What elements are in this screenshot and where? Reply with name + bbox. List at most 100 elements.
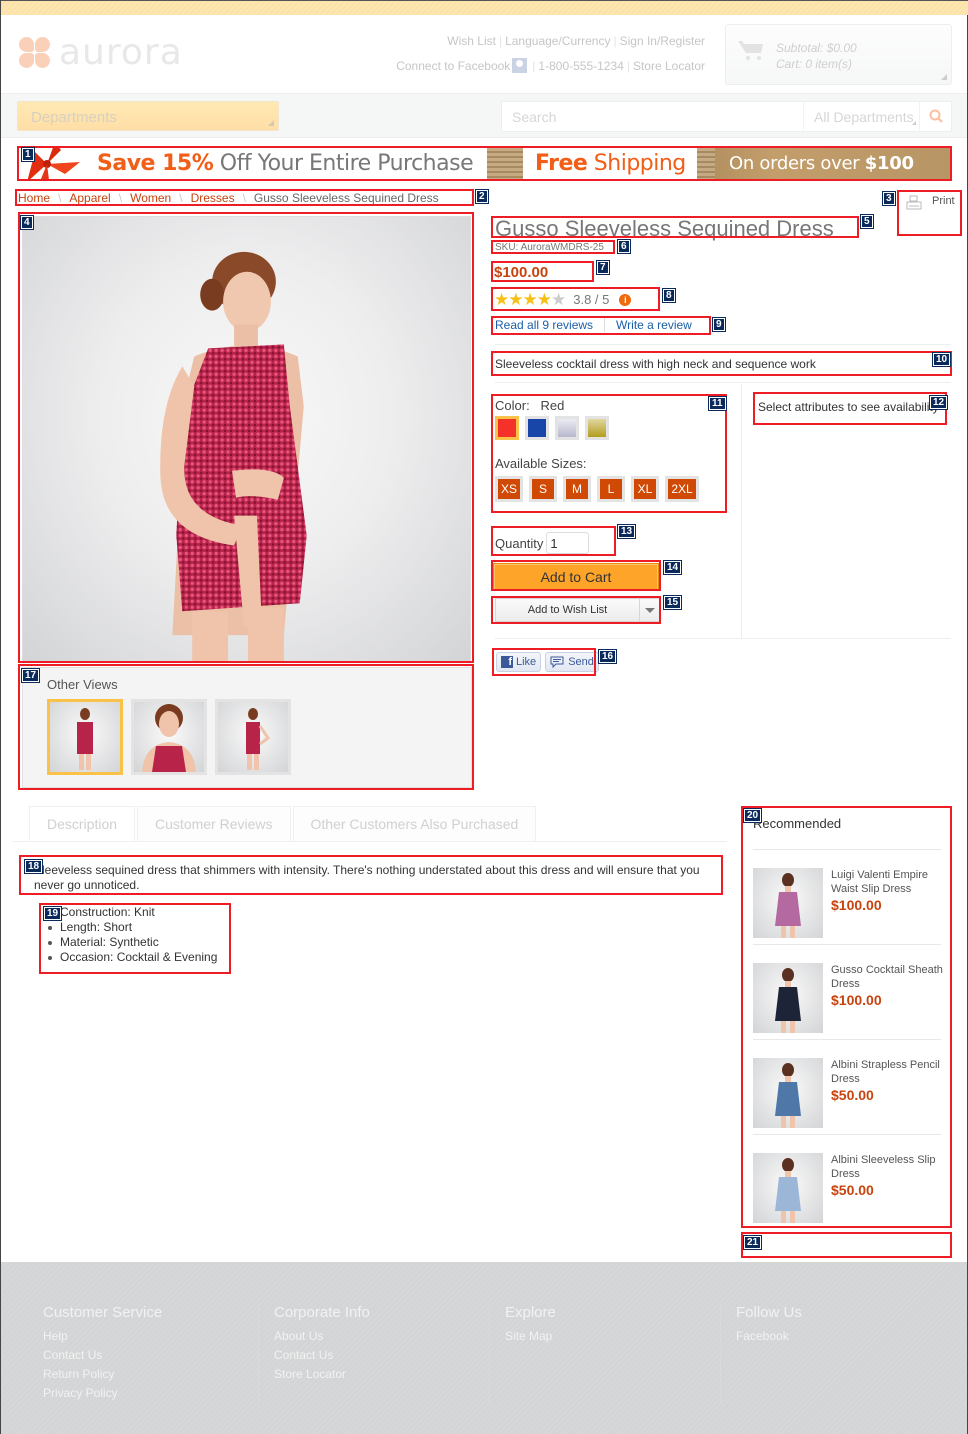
footer-link-facebook[interactable]: Facebook <box>736 1327 956 1346</box>
color-swatch-blue[interactable] <box>525 416 549 440</box>
separator: | <box>532 58 536 73</box>
product-rating: ★★★★★ 3.8 / 5 i <box>494 290 632 309</box>
annotation-label: 7 <box>596 260 610 275</box>
search-scope-select[interactable]: All Departments <box>803 102 918 131</box>
breadcrumb-women[interactable]: Women <box>130 191 171 205</box>
wish-list-link[interactable]: Wish List <box>447 34 496 48</box>
connect-facebook-link[interactable]: Connect to Facebook <box>396 59 510 73</box>
print-button[interactable]: Print <box>906 195 955 211</box>
logo[interactable]: aurora <box>19 35 183 71</box>
recommended-item-name[interactable]: Gusso Cocktail Sheath Dress <box>831 963 943 991</box>
recommended-item[interactable]: Albini Strapless Pencil Dress $50.00 <box>753 1039 941 1134</box>
footer-link-site-map[interactable]: Site Map <box>505 1327 725 1346</box>
breadcrumb-dresses[interactable]: Dresses <box>191 191 235 205</box>
product-tabs: Description Customer Reviews Other Custome… <box>29 806 538 842</box>
tab-description[interactable]: Description <box>29 806 136 842</box>
breadcrumb-apparel[interactable]: Apparel <box>69 191 110 205</box>
size-option-xl[interactable]: XL <box>631 476 659 502</box>
cart-subtotal: Subtotal: $0.00 <box>776 41 857 55</box>
size-label: XS <box>498 479 520 499</box>
social-buttons: f Like Send <box>496 652 599 672</box>
recommended-item[interactable]: Luigi Valenti Empire Waist Slip Dress $10… <box>753 849 941 944</box>
color-swatch-gold[interactable] <box>585 416 609 440</box>
footer-column-title: Explore <box>505 1304 556 1321</box>
star-filled-icon: ★ <box>536 290 552 309</box>
recommended-item-name[interactable]: Albini Sleeveless Slip Dress <box>831 1153 943 1181</box>
cardboard-edge <box>697 146 715 181</box>
search-bar: All Departments <box>501 101 952 132</box>
tab-customer-reviews[interactable]: Customer Reviews <box>137 806 291 842</box>
size-option-l[interactable]: L <box>597 476 625 502</box>
recommended-item[interactable]: Gusso Cocktail Sheath Dress $100.00 <box>753 944 943 1039</box>
footer-link-privacy-policy[interactable]: Privacy Policy <box>43 1384 263 1403</box>
footer-link-about-us[interactable]: About Us <box>274 1327 494 1346</box>
product-title: Gusso Sleeveless Sequined Dress <box>495 216 834 241</box>
footer-link-help[interactable]: Help <box>43 1327 263 1346</box>
size-option-2xl[interactable]: 2XL <box>665 476 699 502</box>
like-label: Like <box>516 656 537 668</box>
recommended-item-image[interactable] <box>753 868 823 938</box>
recommended-item-name[interactable]: Albini Strapless Pencil Dress <box>831 1058 943 1086</box>
sign-in-link[interactable]: Sign In/Register <box>620 34 705 48</box>
footer-link-store-locator[interactable]: Store Locator <box>274 1365 494 1384</box>
recommended-item-image[interactable] <box>753 1153 823 1223</box>
tab-other-customers-also-purchased[interactable]: Other Customers Also Purchased <box>292 806 537 842</box>
annotation-label: 13 <box>616 524 637 539</box>
facebook-avatar-icon <box>512 58 528 73</box>
promo-banner[interactable]: Save 15% Off Your Entire Purchase Free S… <box>17 146 952 181</box>
footer-divider <box>489 1304 490 1404</box>
recommended-item[interactable]: Albini Sleeveless Slip Dress $50.00 <box>753 1134 941 1229</box>
recommended-item-name[interactable]: Luigi Valenti Empire Waist Slip Dress <box>831 868 943 896</box>
long-description: Sleeveless sequined dress that shimmers … <box>34 863 700 892</box>
search-button[interactable] <box>919 102 951 131</box>
thumbnail-image <box>218 702 288 772</box>
recommended-item-price: $50.00 <box>831 1182 874 1198</box>
search-input[interactable] <box>512 109 792 125</box>
footer: Customer Service Help Contact Us Return Pol… <box>1 1262 967 1434</box>
thumbnail-3[interactable] <box>215 699 291 775</box>
printer-icon <box>906 195 922 210</box>
facebook-send-button[interactable]: Send <box>545 652 599 672</box>
color-swatch-silver[interactable] <box>555 416 579 440</box>
phone-link[interactable]: 1-800-555-1234 <box>538 59 623 73</box>
cardboard-edge <box>487 146 523 181</box>
column-divider <box>741 384 742 638</box>
recommended-item-price: $100.00 <box>831 992 882 1008</box>
footer-link-return-policy[interactable]: Return Policy <box>43 1365 263 1384</box>
annotation-label: 15 <box>662 595 683 610</box>
wishlist-dropdown-arrow-icon[interactable] <box>640 599 659 621</box>
footer-column-customer-service: Customer Service Help Contact Us Return Pol… <box>43 1304 263 1403</box>
breadcrumb-home[interactable]: Home <box>18 191 50 205</box>
write-review-link[interactable]: Write a review <box>616 318 692 332</box>
cart-icon <box>738 41 763 60</box>
print-label: Print <box>932 195 955 207</box>
product-main-image[interactable] <box>22 216 471 662</box>
thumbnail-1[interactable] <box>47 699 123 775</box>
facebook-like-button[interactable]: f Like <box>496 652 542 672</box>
info-icon[interactable]: i <box>619 293 632 306</box>
thumbnail-2[interactable] <box>131 699 207 775</box>
size-option-xs[interactable]: XS <box>495 476 523 502</box>
language-currency-link[interactable]: Language/Currency <box>505 34 610 48</box>
add-to-wishlist-label[interactable]: Add to Wish List <box>496 599 640 621</box>
size-option-s[interactable]: S <box>529 476 557 502</box>
add-to-cart-button[interactable]: Add to Cart <box>493 563 659 591</box>
store-locator-link[interactable]: Store Locator <box>633 59 705 73</box>
size-option-m[interactable]: M <box>563 476 591 502</box>
color-label: Color: Red <box>495 398 564 413</box>
recommended-item-image[interactable] <box>753 963 823 1033</box>
recommended-item-image[interactable] <box>753 1058 823 1128</box>
size-label: S <box>532 479 554 499</box>
product-price: $100.00 <box>494 264 549 281</box>
footer-link-contact-us[interactable]: Contact Us <box>274 1346 494 1365</box>
footer-link-contact-us[interactable]: Contact Us <box>43 1346 263 1365</box>
quantity-input[interactable] <box>546 532 590 554</box>
mini-cart[interactable]: Subtotal: $0.00 Cart: 0 item(s) <box>725 24 952 85</box>
color-swatch-red[interactable] <box>495 416 519 440</box>
footer-column-title: Corporate Info <box>274 1304 370 1321</box>
separator: | <box>613 34 617 48</box>
read-reviews-link[interactable]: Read all 9 reviews <box>495 318 593 332</box>
ribbon-icon <box>27 146 80 181</box>
departments-dropdown[interactable]: Departments <box>17 101 279 131</box>
recommended-title: Recommended <box>753 816 842 831</box>
